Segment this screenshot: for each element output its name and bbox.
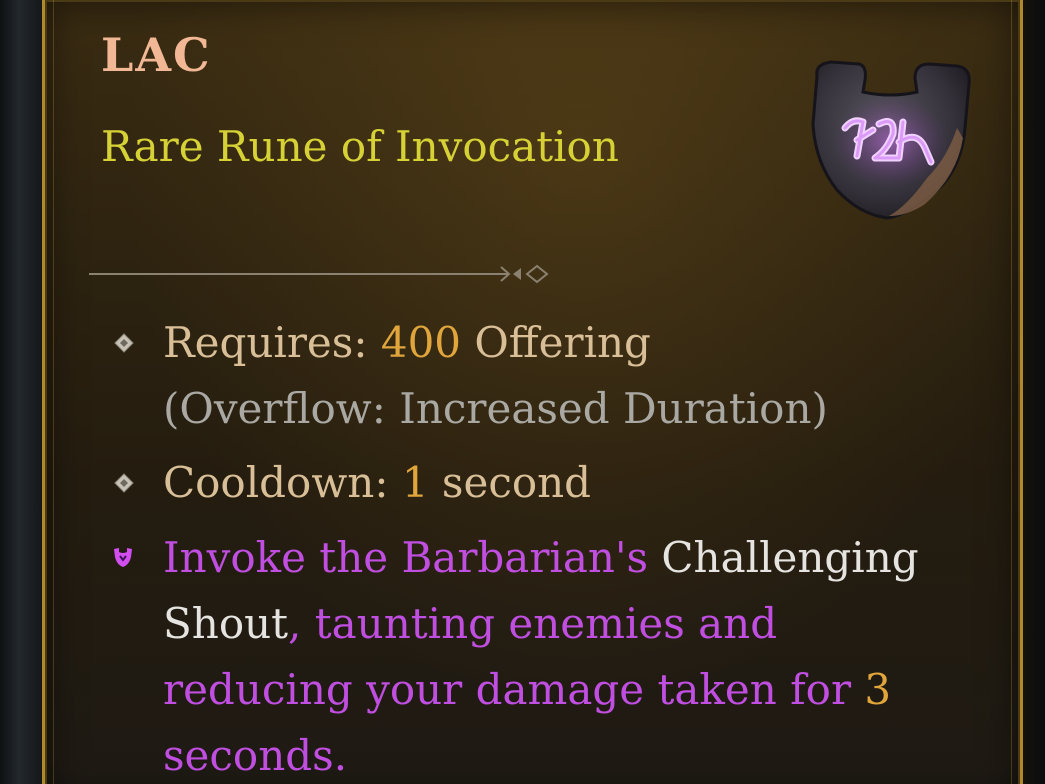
diamond-bullet-icon bbox=[114, 333, 134, 353]
effect-text: Invoke the Barbarian's Challenging Shout… bbox=[163, 525, 963, 784]
effect-duration: 3 bbox=[864, 665, 892, 714]
background-right bbox=[1023, 0, 1045, 784]
divider bbox=[89, 264, 549, 284]
cooldown-text: Cooldown: 1 second bbox=[163, 450, 963, 516]
requires-text: Requires: 400 Offering (Overflow: Increa… bbox=[163, 310, 963, 442]
item-tooltip: LAC Rare Rune of Invocation Requires: 40… bbox=[42, 0, 1023, 784]
invocation-shield-icon bbox=[114, 548, 132, 567]
game-screen: LAC Rare Rune of Invocation Requires: 40… bbox=[0, 0, 1045, 784]
cooldown-value: 1 bbox=[401, 458, 429, 507]
cooldown-label: Cooldown: bbox=[163, 458, 402, 507]
item-name: LAC bbox=[101, 28, 212, 82]
requires-unit: Offering bbox=[461, 318, 651, 367]
item-type: Rare Rune of Invocation bbox=[101, 122, 619, 171]
diamond-bullet-icon bbox=[114, 473, 134, 493]
rune-shield-icon bbox=[811, 60, 971, 220]
requires-value: 400 bbox=[380, 318, 462, 367]
requires-label: Requires: bbox=[163, 318, 381, 367]
cooldown-unit: second bbox=[428, 458, 592, 507]
background-left bbox=[0, 0, 42, 784]
overflow-note: (Overflow: Increased Duration) bbox=[163, 384, 828, 433]
effect-part3: seconds. bbox=[163, 731, 348, 780]
effect-part1: Invoke the Barbarian's bbox=[163, 533, 662, 582]
